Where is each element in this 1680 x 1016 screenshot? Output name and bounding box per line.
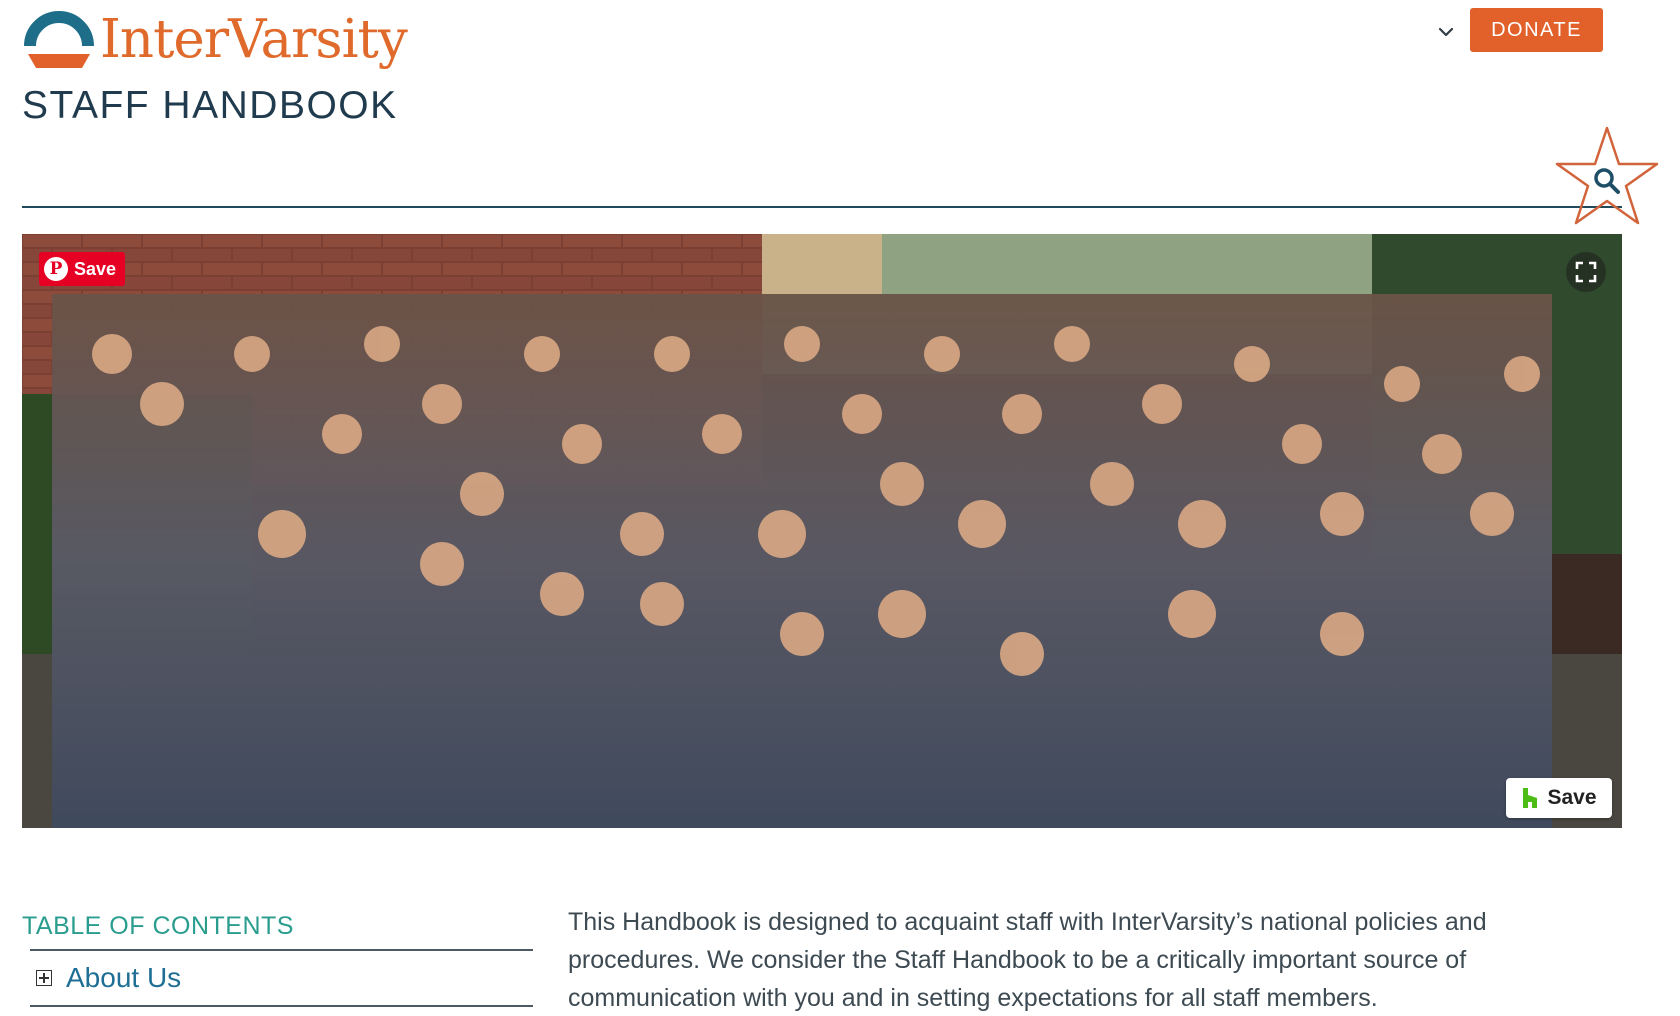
plus-box-icon[interactable]: [36, 970, 52, 986]
toc-item-label[interactable]: About Us: [66, 962, 181, 994]
intro-paragraph: This Handbook is designed to acquaint st…: [568, 908, 1487, 1012]
chevron-down-icon[interactable]: [1434, 20, 1458, 44]
fullscreen-icon[interactable]: [1566, 252, 1606, 292]
pinterest-save-button[interactable]: P Save: [39, 252, 126, 286]
toc-item-about-us[interactable]: About Us: [36, 956, 181, 1000]
toc-divider: [30, 1005, 533, 1007]
search-input-underline[interactable]: [22, 206, 1622, 208]
logo-wordmark: InterVarsity: [100, 8, 408, 70]
houzz-save-label: Save: [1547, 786, 1597, 809]
staff-group-photo: [22, 234, 1622, 828]
expand-icon: [1575, 261, 1597, 283]
houzz-icon: [1523, 788, 1538, 808]
logo-mark-icon: [24, 11, 94, 68]
toc-heading: TABLE OF CONTENTS: [22, 912, 294, 940]
page-title: STAFF HANDBOOK: [22, 84, 398, 127]
toc-divider: [30, 949, 533, 951]
pinterest-save-label: Save: [74, 258, 117, 279]
hero-image: P Save Save: [22, 234, 1622, 828]
pinterest-icon: P: [44, 257, 68, 281]
houzz-save-button[interactable]: Save: [1506, 778, 1612, 818]
search-icon[interactable]: [1592, 166, 1622, 196]
donate-button[interactable]: DONATE: [1470, 8, 1603, 52]
intervarsity-logo[interactable]: InterVarsity: [22, 4, 408, 74]
